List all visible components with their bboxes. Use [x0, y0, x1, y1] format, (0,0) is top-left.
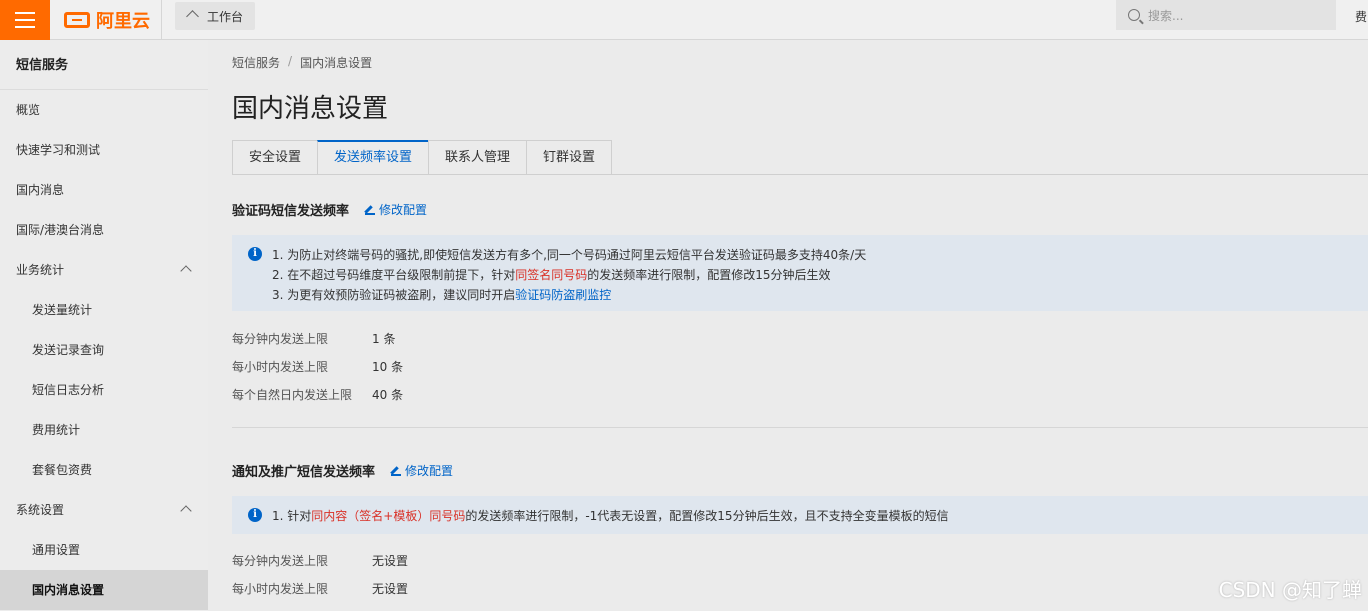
notice-text: 的发送频率进行限制，配置修改15分钟后生效: [587, 268, 831, 282]
workbench-button[interactable]: 工作台: [175, 2, 256, 30]
search-icon: [1128, 9, 1140, 21]
watermark: CSDN @知了蝉: [1218, 578, 1362, 602]
tab-bar: 安全设置 发送频率设置 联系人管理 钉群设置: [232, 140, 613, 175]
notice-highlight: 同签名同号码: [515, 268, 588, 282]
edit-label: 修改配置: [405, 464, 454, 478]
breadcrumb-item[interactable]: 短信服务: [232, 54, 280, 71]
section-divider: [232, 427, 1368, 428]
info-icon: i: [248, 247, 262, 261]
menu-icon[interactable]: [0, 0, 50, 40]
setting-row: 每分钟内发送上限 无设置: [232, 552, 408, 569]
workbench-label: 工作台: [207, 9, 244, 24]
setting-value: 无设置: [372, 554, 409, 568]
setting-key: 每小时内发送上限: [232, 360, 329, 374]
setting-value: 1 条: [372, 332, 396, 346]
tab-dingtalk[interactable]: 钉群设置: [526, 140, 613, 175]
setting-value: 10 条: [372, 360, 404, 374]
sidebar-title: 短信服务: [0, 40, 208, 90]
notice-text: 2. 在不超过号码维度平台级限制前提下，针对: [272, 268, 516, 282]
sidebar-item-quick-start[interactable]: 快速学习和测试: [0, 130, 208, 170]
sidebar-group-settings[interactable]: 系统设置: [0, 490, 208, 530]
sidebar-item-packages[interactable]: 套餐包资费: [0, 450, 208, 490]
divider: [161, 0, 162, 40]
info-icon: i: [248, 508, 262, 522]
verify-section-title: 验证码短信发送频率 修改配置: [232, 200, 427, 219]
notice-text: 1. 针对: [272, 509, 312, 523]
chevron-up-icon: [180, 265, 192, 277]
sidebar-item-overview[interactable]: 概览: [0, 90, 208, 130]
sidebar-group-stats-label: 业务统计: [16, 263, 65, 277]
verify-notice: i 1. 为防止对终端号码的骚扰,即使短信发送方有多个,同一个号码通过阿里云短信…: [232, 235, 1368, 311]
aliyun-logo-icon: [64, 12, 90, 28]
page-title: 国内消息设置: [232, 94, 389, 124]
notice-line: 1. 针对同内容（签名+模板）同号码的发送频率进行限制，-1代表无设置，配置修改…: [272, 507, 949, 524]
setting-value: 40 条: [372, 388, 404, 402]
verify-section-title-text: 验证码短信发送频率: [232, 204, 350, 219]
setting-row: 每小时内发送上限 10 条: [232, 358, 403, 375]
sidebar-item-send-stats[interactable]: 发送量统计: [0, 290, 208, 330]
logo-text: 阿里云: [96, 11, 150, 32]
sidebar-item-international[interactable]: 国际/港澳台消息: [0, 210, 208, 250]
sidebar: 短信服务 概览 快速学习和测试 国内消息 国际/港澳台消息 业务统计 发送量统计…: [0, 40, 208, 611]
setting-key: 每小时内发送上限: [232, 582, 329, 596]
breadcrumb-separator: /: [288, 54, 293, 68]
notify-notice: i 1. 针对同内容（签名+模板）同号码的发送频率进行限制，-1代表无设置，配置…: [232, 496, 1368, 534]
tabs-underline: [232, 174, 1368, 175]
search-placeholder: 搜索...: [1148, 8, 1184, 23]
notice-line: 3. 为更有效预防验证码被盗刷，建议同时开启验证码防盗刷监控: [272, 286, 611, 303]
breadcrumb-item: 国内消息设置: [300, 56, 373, 70]
sidebar-group-stats[interactable]: 业务统计: [0, 250, 208, 290]
top-right-cut-text[interactable]: 费: [1355, 8, 1367, 25]
setting-row: 每个自然日内发送上限 40 条: [232, 386, 403, 403]
notice-line: 1. 为防止对终端号码的骚扰,即使短信发送方有多个,同一个号码通过阿里云短信平台…: [272, 248, 867, 262]
sidebar-item-general-settings[interactable]: 通用设置: [0, 530, 208, 570]
aliyun-logo[interactable]: 阿里云: [64, 6, 150, 34]
anti-fraud-monitor-link[interactable]: 验证码防盗刷监控: [515, 288, 611, 302]
home-icon: [187, 10, 199, 22]
verify-edit-config-link[interactable]: 修改配置: [365, 201, 427, 218]
edit-icon: [391, 466, 402, 476]
edit-label: 修改配置: [379, 203, 428, 217]
setting-row: 每小时内发送上限 无设置: [232, 580, 408, 597]
setting-value: 无设置: [372, 582, 409, 596]
tab-contacts[interactable]: 联系人管理: [428, 140, 527, 175]
setting-key: 每分钟内发送上限: [232, 332, 329, 346]
search-input[interactable]: 搜索...: [1116, 0, 1336, 30]
chevron-up-icon: [180, 505, 192, 517]
sidebar-item-log-analysis[interactable]: 短信日志分析: [0, 370, 208, 410]
sidebar-group-settings-label: 系统设置: [16, 503, 65, 517]
notice-text: 的发送频率进行限制，-1代表无设置，配置修改15分钟后生效，且不支持全变量模板的…: [465, 509, 949, 523]
sidebar-item-send-records[interactable]: 发送记录查询: [0, 330, 208, 370]
sidebar-item-domestic-settings[interactable]: 国内消息设置: [0, 570, 208, 610]
notice-line: 2. 在不超过号码维度平台级限制前提下，针对同签名同号码的发送频率进行限制，配置…: [272, 266, 831, 283]
edit-icon: [365, 205, 376, 215]
sidebar-item-domestic[interactable]: 国内消息: [0, 170, 208, 210]
setting-key: 每个自然日内发送上限: [232, 388, 353, 402]
breadcrumb: 短信服务 / 国内消息设置: [232, 54, 372, 71]
tab-security[interactable]: 安全设置: [232, 140, 318, 175]
notice-text: 3. 为更有效预防验证码被盗刷，建议同时开启: [272, 288, 516, 302]
notice-highlight: 同内容（签名+模板）同号码: [311, 509, 466, 523]
notify-section-title-text: 通知及推广短信发送频率: [232, 465, 376, 480]
setting-row: 每分钟内发送上限 1 条: [232, 330, 395, 347]
top-bar: 阿里云 工作台 搜索... 费: [0, 0, 1368, 40]
tab-frequency[interactable]: 发送频率设置: [317, 140, 429, 175]
sidebar-item-cost-stats[interactable]: 费用统计: [0, 410, 208, 450]
setting-key: 每分钟内发送上限: [232, 554, 329, 568]
main-content: 短信服务 / 国内消息设置 国内消息设置 安全设置 发送频率设置 联系人管理 钉…: [208, 40, 1368, 611]
notify-section-title: 通知及推广短信发送频率 修改配置: [232, 461, 453, 480]
notify-edit-config-link[interactable]: 修改配置: [391, 462, 453, 479]
